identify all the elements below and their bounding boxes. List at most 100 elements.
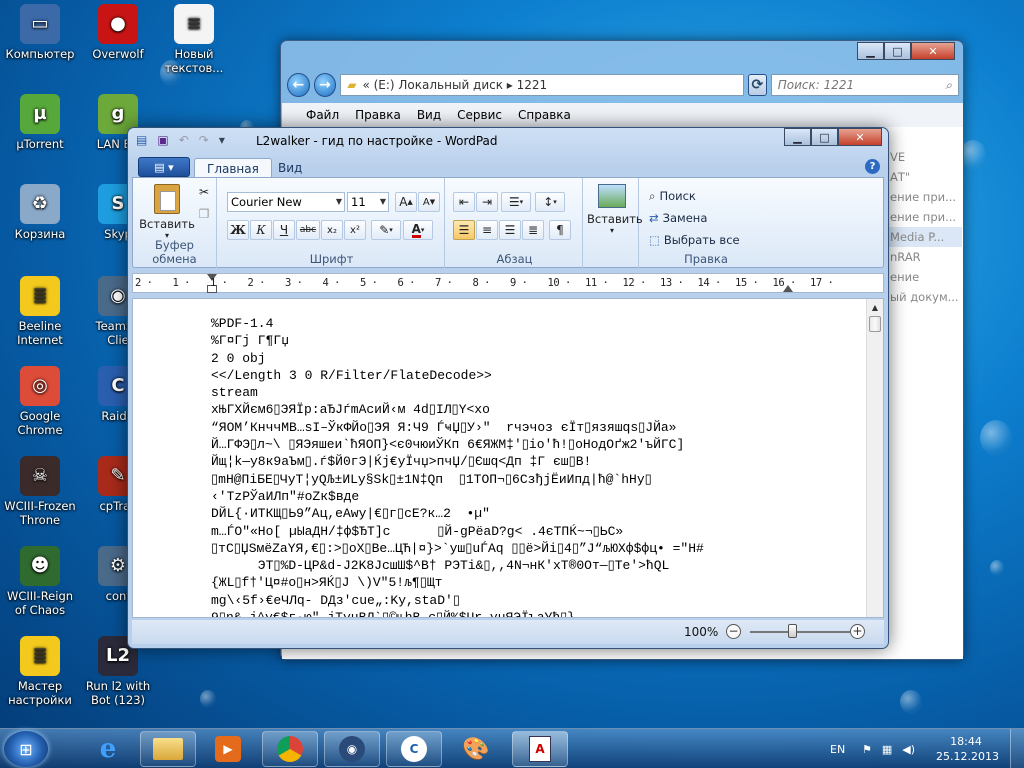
grow-font-button[interactable]: A ▲ (395, 192, 417, 212)
select-all-button[interactable]: ⬚ Выбрать все (649, 230, 740, 250)
scroll-up-icon[interactable]: ▲ (867, 299, 883, 316)
desktop-icon[interactable]: ≣ Beeline Internet (0, 276, 80, 347)
back-button[interactable]: ← (287, 73, 310, 97)
menu-tools[interactable]: Сервис (457, 108, 502, 122)
list-item[interactable]: ение (882, 267, 962, 287)
menu-edit[interactable]: Правка (355, 108, 401, 122)
zoom-slider-thumb[interactable] (788, 624, 797, 638)
minimize-button[interactable]: ▁ (784, 128, 811, 146)
line-spacing-button[interactable]: ↕ ▾ (535, 192, 565, 212)
desktop-icon[interactable]: ≡ Новый текстов... (154, 4, 234, 75)
minimize-button[interactable]: ▁ (857, 42, 884, 60)
increase-indent-button[interactable]: ⇥ (476, 192, 498, 212)
search-input[interactable]: Поиск: 1221 ⌕ (770, 74, 959, 96)
ruler[interactable]: 2 · 1 · 1 · 2 · 3 · 4 · 5 · 6 · 7 · 8 · 9 · 10 · 11 … (132, 273, 884, 293)
desktop-icon[interactable]: ◎ Google Chrome (0, 366, 80, 437)
language-indicator[interactable]: EN (830, 729, 845, 768)
desktop-icon-image: ● (98, 4, 138, 44)
paste-button[interactable]: Вставить ▾ (139, 184, 195, 240)
document-text[interactable]: %PDF-1.4 %Г¤Гј Г¶Гџ 2 0 obj <</Length 3 0 R… (211, 315, 859, 617)
paragraph-settings-icon[interactable]: ¶ (549, 220, 571, 240)
font-family-select[interactable]: Courier New ▼ (227, 192, 345, 212)
start-button[interactable]: ⊞ (4, 731, 48, 767)
subscript-button[interactable]: x₂ (321, 220, 343, 240)
vertical-scrollbar[interactable]: ▲ (866, 299, 883, 617)
taskbar-explorer-icon[interactable] (140, 731, 196, 767)
desktop-icon[interactable]: ♻ Корзина (0, 184, 80, 241)
taskbar-wordpad-icon[interactable]: A (512, 731, 568, 767)
desktop-icon[interactable]: ☻ WCIII-Reign of Chaos (0, 546, 80, 617)
font-size-select[interactable]: 11 ▼ (347, 192, 389, 212)
maximize-button[interactable]: □ (884, 42, 911, 60)
insert-button[interactable]: Вставить ▾ (587, 184, 643, 235)
desktop-icon[interactable]: ● Overwolf (78, 4, 158, 61)
show-desktop-button[interactable] (1010, 729, 1024, 768)
taskbar-ie-icon[interactable]: e (80, 731, 136, 767)
justify-button[interactable]: ≣ (522, 220, 544, 240)
list-item[interactable]: Media P... (882, 227, 962, 247)
list-item[interactable]: VE (882, 147, 962, 167)
tab-view[interactable]: Вид (266, 158, 314, 178)
zoom-slider[interactable] (750, 631, 850, 633)
close-button[interactable]: ✕ (911, 42, 955, 60)
cut-icon[interactable]: ✂ (193, 182, 215, 202)
font-color-button[interactable]: A ▾ (403, 220, 433, 240)
list-item[interactable]: ый докум... (882, 287, 962, 307)
taskbar-raidcall-icon[interactable]: C (386, 731, 442, 767)
align-left-button[interactable]: ☰ (453, 220, 475, 240)
replace-button[interactable]: ⇄ Замена (649, 208, 707, 228)
taskbar-teamspeak-icon[interactable]: ◉ (324, 731, 380, 767)
taskbar-media-player-icon[interactable]: ▶ (200, 731, 256, 767)
undo-icon[interactable]: ↶ (179, 133, 189, 147)
copy-icon[interactable]: ❐ (193, 204, 215, 224)
close-button[interactable]: ✕ (838, 128, 882, 146)
redo-icon[interactable]: ↷ (199, 133, 209, 147)
ruler-tick-label: 1 · (210, 277, 228, 289)
list-item[interactable]: АТ" (882, 167, 962, 187)
help-icon[interactable]: ? (865, 159, 880, 174)
maximize-button[interactable]: □ (811, 128, 838, 146)
menu-help[interactable]: Справка (518, 108, 571, 122)
action-center-icon[interactable]: ⚑ (862, 743, 872, 756)
shrink-font-button[interactable]: A ▼ (418, 192, 440, 212)
desktop-icon[interactable]: ▭ Компьютер (0, 4, 80, 61)
bold-button[interactable]: Ж (227, 220, 249, 240)
align-center-button[interactable]: ≡ (476, 220, 498, 240)
customize-qat-icon[interactable]: ▾ (219, 133, 225, 147)
list-item[interactable]: ение при... (882, 187, 962, 207)
underline-button[interactable]: Ч (273, 220, 295, 240)
find-button[interactable]: ⌕ Поиск (649, 186, 696, 206)
decrease-indent-button[interactable]: ⇤ (453, 192, 475, 212)
menu-file[interactable]: Файл (306, 108, 339, 122)
list-button[interactable]: ☰ ▾ (501, 192, 531, 212)
address-bar[interactable]: ▰ « (E:) Локальный диск ▸ 1221 (340, 74, 744, 96)
align-right-button[interactable]: ☰ (499, 220, 521, 240)
italic-button[interactable]: К (250, 220, 272, 240)
network-icon[interactable]: ▦ (882, 743, 892, 756)
taskbar-paint-icon[interactable]: 🎨 (448, 731, 504, 767)
desktop-icon[interactable]: µ µTorrent (0, 94, 80, 151)
taskbar-chrome-icon[interactable] (262, 731, 318, 767)
wordpad-titlebar[interactable]: ▤ ▣ ↶ ↷ ▾ L2walker - гид по настройке - … (128, 128, 888, 155)
desktop-icon[interactable]: ≣ Мастер настройки (0, 636, 80, 707)
zoom-out-button[interactable]: − (726, 624, 741, 639)
save-icon[interactable]: ▣ (157, 133, 168, 147)
forward-button[interactable]: → (313, 73, 337, 97)
app-menu-button[interactable]: ▤ ▾ (138, 157, 190, 177)
zoom-in-button[interactable]: + (850, 624, 865, 639)
document-area[interactable]: %PDF-1.4 %Г¤Гј Г¶Гџ 2 0 obj <</Length 3 0 R… (132, 298, 884, 618)
list-item[interactable]: nRAR (882, 247, 962, 267)
tab-home[interactable]: Главная (194, 158, 272, 179)
volume-icon[interactable]: ◀) (902, 743, 915, 756)
menu-view[interactable]: Вид (417, 108, 441, 122)
highlight-color-button[interactable]: ✎ ▾ (371, 220, 401, 240)
clock[interactable]: 18:44 25.12.2013 (936, 734, 999, 764)
list-item[interactable]: ение при... (882, 207, 962, 227)
desktop-icon[interactable]: ☠ WCIII-Frozen Throne (0, 456, 80, 527)
desktop-icon-image: ☻ (20, 546, 60, 586)
scroll-thumb[interactable] (869, 316, 881, 332)
refresh-icon[interactable]: ⟳ (747, 74, 767, 96)
superscript-button[interactable]: x² (344, 220, 366, 240)
strikethrough-button[interactable]: abc (296, 220, 320, 240)
wordpad-window[interactable]: ▤ ▣ ↶ ↷ ▾ L2walker - гид по настройке - … (127, 127, 889, 649)
